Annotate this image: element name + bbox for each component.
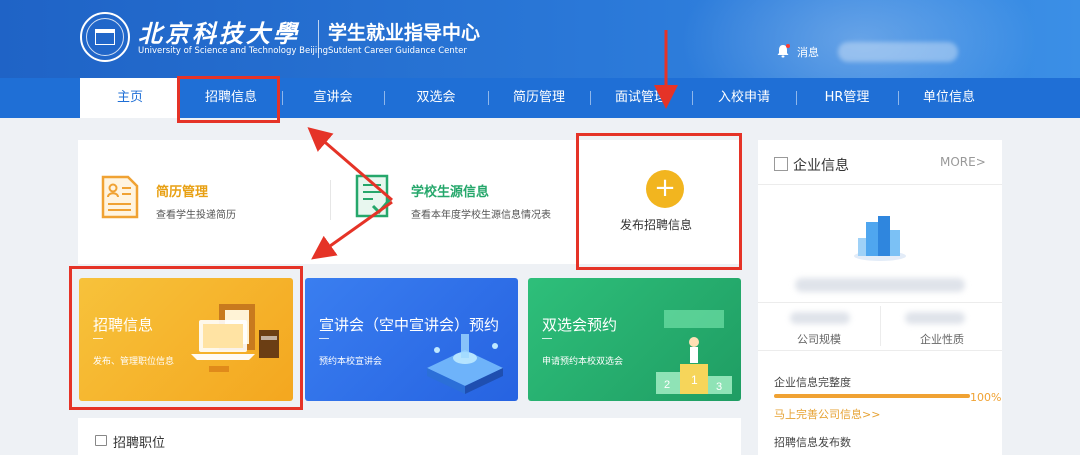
completeness-progress <box>774 394 970 398</box>
card-job-fair-subtitle: 申请预约本校双选会 <box>542 357 624 367</box>
quick-actions-panel <box>78 140 741 264</box>
resume-doc-icon[interactable] <box>100 174 140 220</box>
nav-item-home[interactable]: 主页 <box>80 78 180 118</box>
card-recruitment[interactable]: 招聘信息 发布、管理职位信息 <box>79 278 293 401</box>
company-nature-label: 企业性质 <box>920 333 964 346</box>
nav-item-interview[interactable]: 面试管理 <box>590 78 692 118</box>
company-name-redacted <box>795 278 965 292</box>
svg-text:1: 1 <box>691 373 698 387</box>
messages-link[interactable]: 消息 <box>797 44 819 60</box>
resume-mgmt-desc: 查看学生投递简历 <box>156 210 236 221</box>
presentation-illustration-icon <box>427 334 503 394</box>
main-nav: 主页 招聘信息 宣讲会 双选会 简历管理 面试管理 入校申请 HR管理 单位信息 <box>0 78 1080 118</box>
center-name-cn: 学生就业指导中心 <box>328 22 481 44</box>
center-name-en: Sutdent Career Guidance Center <box>328 46 467 56</box>
jobs-list-icon <box>95 435 107 446</box>
nav-item-campus-entry[interactable]: 入校申请 <box>692 78 796 118</box>
publish-plus-icon[interactable]: + <box>646 170 684 208</box>
publish-job-button[interactable]: 发布招聘信息 <box>620 216 692 233</box>
svg-text:3: 3 <box>716 381 722 393</box>
jobs-section-title: 招聘职位 <box>113 436 166 451</box>
header-divider <box>318 20 319 58</box>
publish-count-label: 招聘信息发布数 <box>774 436 851 449</box>
university-name-en: University of Science and Technology Bei… <box>138 46 329 56</box>
card-job-fair-title: 双选会预约 <box>542 316 618 334</box>
student-source-title[interactable]: 学校生源信息 <box>411 181 489 200</box>
nav-item-presentation[interactable]: 宣讲会 <box>282 78 384 118</box>
laptop-illustration-icon <box>191 304 279 372</box>
svg-text:2: 2 <box>664 379 670 391</box>
card-recruitment-title: 招聘信息 <box>93 316 154 334</box>
completeness-value: 100% <box>970 391 1002 404</box>
improve-company-info-link[interactable]: 马上完善公司信息>> <box>774 406 880 422</box>
university-logo[interactable] <box>80 12 130 62</box>
more-link[interactable]: MORE> <box>940 155 986 169</box>
nav-item-company[interactable]: 单位信息 <box>898 78 1000 118</box>
company-scale-redacted <box>790 312 850 324</box>
nav-item-recruitment[interactable]: 招聘信息 <box>180 78 282 118</box>
user-account-menu[interactable] <box>838 42 958 62</box>
university-name-cn: 北京科技大學 <box>138 19 300 48</box>
company-scale-label: 公司规模 <box>797 333 841 346</box>
bell-icon[interactable] <box>776 44 790 58</box>
resume-mgmt-title[interactable]: 简历管理 <box>156 181 208 200</box>
completeness-label: 企业信息完整度 <box>774 376 851 389</box>
company-nature-redacted <box>905 312 965 324</box>
company-building-icon <box>854 216 906 261</box>
student-source-desc: 查看本年度学校生源信息情况表 <box>411 210 551 221</box>
nav-item-resume[interactable]: 简历管理 <box>488 78 590 118</box>
card-recruitment-subtitle: 发布、管理职位信息 <box>93 357 175 367</box>
nav-item-hr[interactable]: HR管理 <box>796 78 898 118</box>
card-presentation[interactable]: 宣讲会（空中宣讲会）预约 预约本校宣讲会 <box>305 278 518 401</box>
card-job-fair[interactable]: 双选会预约 申请预约本校双选会 1 2 3 <box>528 278 741 401</box>
podium-illustration-icon: 1 2 3 <box>656 310 732 394</box>
jobs-section <box>78 418 741 455</box>
nav-item-job-fair[interactable]: 双选会 <box>384 78 488 118</box>
company-info-title: 企业信息 <box>793 158 849 174</box>
building-icon <box>774 157 788 171</box>
student-source-icon[interactable] <box>353 172 395 220</box>
card-presentation-subtitle: 预约本校宣讲会 <box>319 357 383 367</box>
